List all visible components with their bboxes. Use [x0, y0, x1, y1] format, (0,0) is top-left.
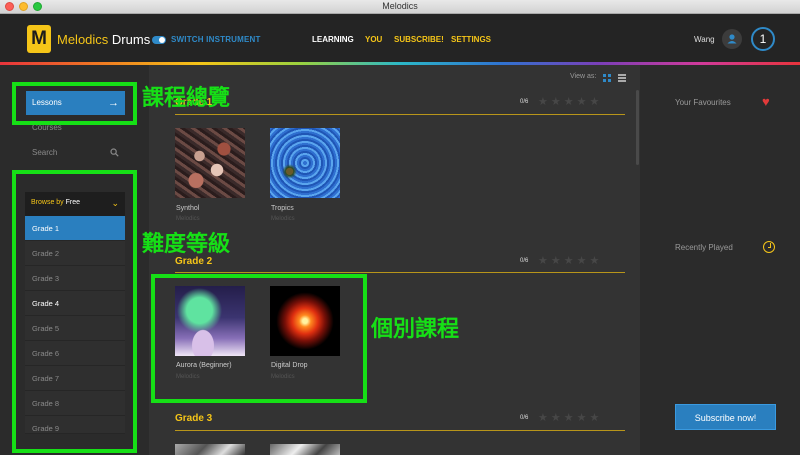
grid-view-icon[interactable] [603, 74, 611, 82]
clock-icon[interactable] [763, 241, 775, 253]
section-divider [175, 272, 625, 273]
right-panel [651, 65, 800, 455]
annotation-box-grades [12, 170, 137, 453]
melodics-logo[interactable]: M [27, 25, 51, 53]
section-title-grade-3: Grade 3 [175, 413, 213, 424]
nav-you[interactable]: YOU [365, 35, 382, 44]
annotation-box-lessons-grid [151, 274, 367, 403]
section-divider [175, 114, 625, 115]
progress-grade-1: 0/6 [520, 99, 529, 105]
progress-grade-3: 0/6 [520, 415, 529, 421]
star-rating-grade-1: ★★★★★ [538, 96, 603, 108]
switch-instrument-link[interactable]: SWITCH INSTRUMENT [171, 35, 261, 44]
progress-grade-2: 0/6 [520, 258, 529, 264]
search-link[interactable]: Search [32, 148, 57, 157]
brand-name-text: Melodics [57, 32, 109, 47]
window-titlebar: Melodics [0, 0, 800, 14]
star-rating-grade-3: ★★★★★ [538, 412, 603, 424]
window-title: Melodics [382, 1, 418, 11]
favourites-label: Your Favourites [675, 98, 731, 107]
username[interactable]: Wang [694, 35, 715, 44]
lesson-title[interactable]: Tropics [271, 205, 294, 212]
annotation-box-lessons [12, 82, 137, 125]
nav-settings[interactable]: SETTINGS [451, 35, 491, 44]
list-view-icon[interactable] [618, 74, 626, 82]
user-icon[interactable] [722, 29, 742, 49]
star-rating-grade-2: ★★★★★ [538, 255, 603, 267]
search-icon[interactable] [110, 148, 119, 157]
lesson-author: Melodics [176, 216, 200, 222]
nav-subscribe[interactable]: SUBSCRIBE! [394, 35, 444, 44]
lesson-thumbnail-tropics[interactable] [270, 128, 340, 198]
content-scrollbar[interactable] [636, 90, 639, 165]
heart-icon[interactable]: ♥ [762, 94, 770, 109]
lesson-thumbnail-synthol[interactable] [175, 128, 245, 198]
lesson-author: Melodics [271, 216, 295, 222]
switch-instrument-toggle[interactable] [152, 36, 166, 44]
annotation-individual-course: 個別課程 [371, 317, 460, 342]
lesson-thumbnail[interactable] [175, 444, 245, 455]
annotation-difficulty-level: 難度等級 [142, 232, 231, 257]
subscribe-button[interactable]: Subscribe now! [675, 404, 776, 430]
brand-product: Drums [111, 32, 151, 47]
annotation-course-overview: 課程總覽 [142, 86, 231, 111]
brand-name: Melodics Drums [57, 32, 150, 47]
view-as-label: View as: [570, 73, 597, 80]
nav-learning[interactable]: LEARNING [312, 35, 354, 44]
lesson-thumbnail[interactable] [270, 444, 340, 455]
level-badge[interactable]: 1 [751, 27, 775, 51]
lesson-title[interactable]: Synthol [176, 205, 199, 212]
section-divider [175, 430, 625, 431]
recently-played-label: Recently Played [675, 243, 733, 252]
